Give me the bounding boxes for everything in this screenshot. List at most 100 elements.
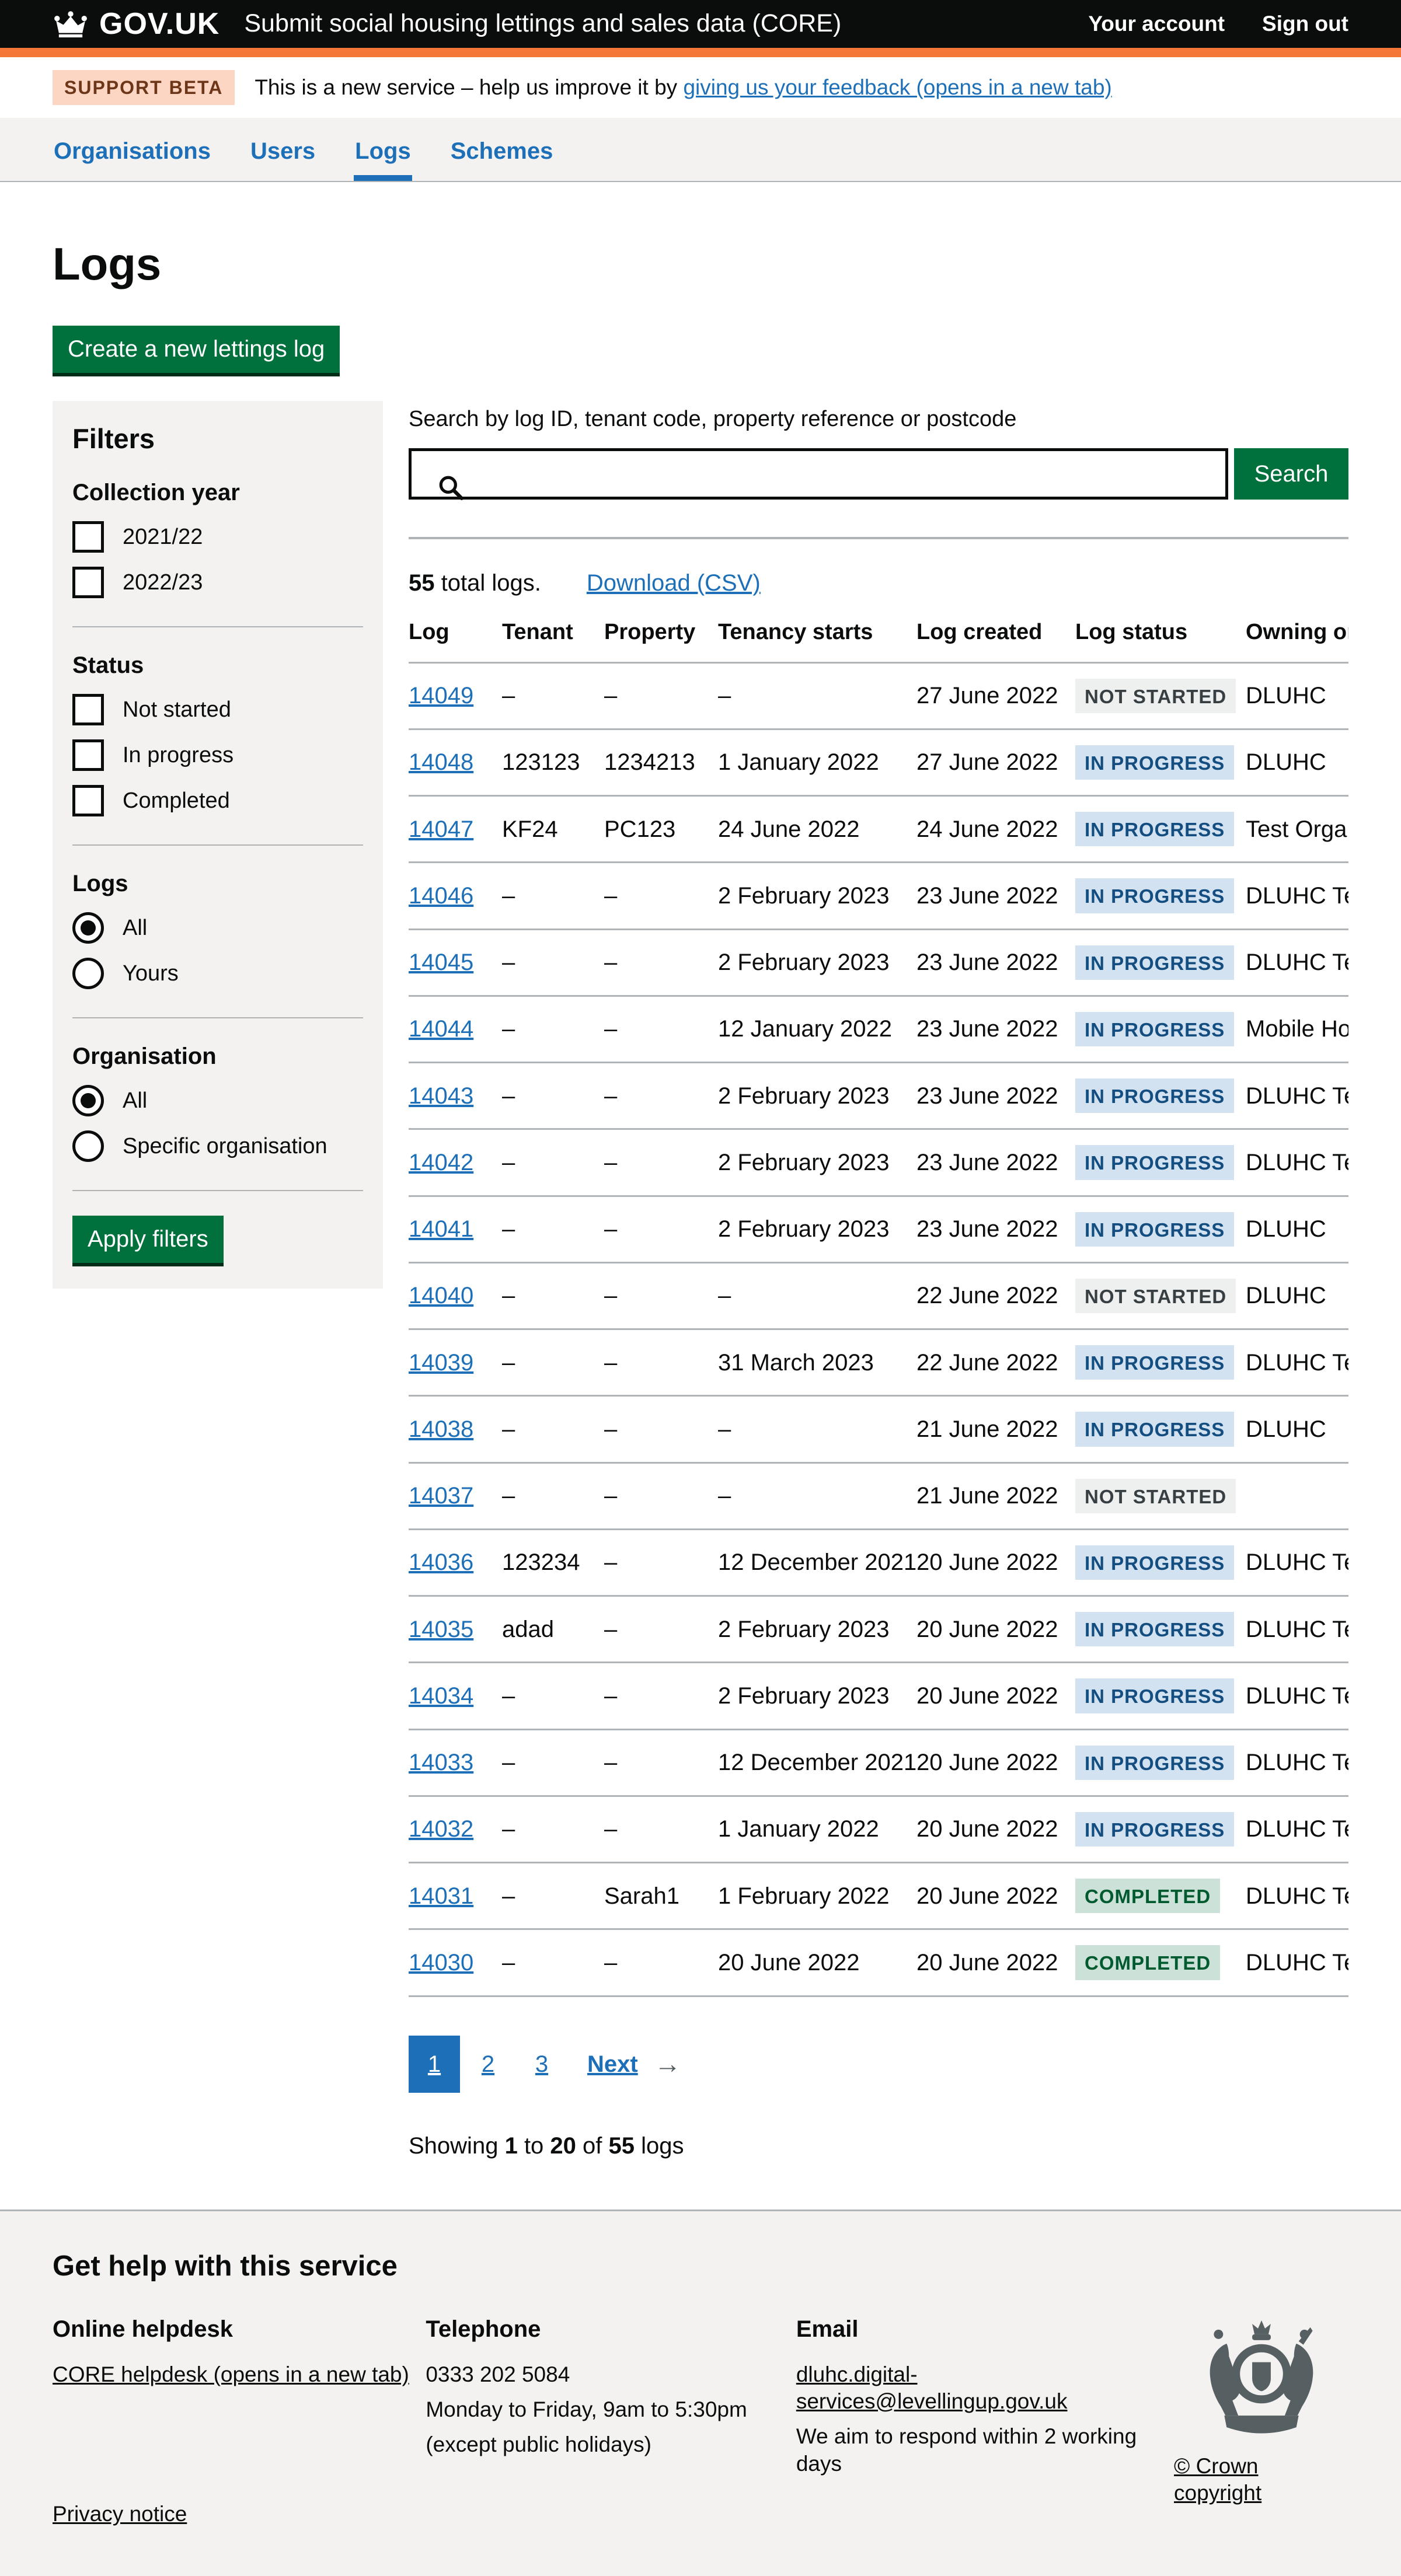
log-link-14035[interactable]: 14035 (409, 1617, 473, 1642)
log-link-14042[interactable]: 14042 (409, 1150, 473, 1175)
download-csv-link[interactable]: Download (CSV) (587, 570, 761, 596)
column-header-tenancy-starts: Tenancy starts (718, 614, 916, 662)
nav-item-logs[interactable]: Logs (354, 118, 412, 181)
crown-icon (53, 9, 89, 39)
log-link-14033[interactable]: 14033 (409, 1750, 473, 1775)
cell-property: – (604, 1396, 718, 1462)
filter-option-all[interactable]: All (72, 912, 363, 944)
checkbox-unchecked[interactable] (72, 739, 104, 771)
cell-property: – (604, 929, 718, 996)
search-input[interactable] (412, 451, 1225, 497)
sign-out-link[interactable]: Sign out (1262, 11, 1348, 37)
cell-property: – (604, 1262, 718, 1329)
checkbox-unchecked[interactable] (72, 785, 104, 816)
log-link-14037[interactable]: 14037 (409, 1483, 473, 1509)
apply-filters-button[interactable]: Apply filters (72, 1216, 224, 1263)
logs-table-wrapper: LogTenantPropertyTenancy startsLog creat… (409, 614, 1348, 1997)
nav-item-users[interactable]: Users (249, 118, 316, 181)
arrow-right-icon: → (654, 2047, 681, 2081)
nav-item-organisations[interactable]: Organisations (53, 118, 212, 181)
create-lettings-log-button[interactable]: Create a new lettings log (53, 326, 340, 373)
log-link-14038[interactable]: 14038 (409, 1416, 473, 1442)
column-header-tenant: Tenant (502, 614, 604, 662)
footer: Get help with this service Online helpde… (0, 2210, 1401, 2576)
status-badge: IN PROGRESS (1075, 1412, 1234, 1446)
log-link-14030[interactable]: 14030 (409, 1950, 473, 1975)
log-link-14039[interactable]: 14039 (409, 1350, 473, 1376)
service-name-link[interactable]: Submit social housing lettings and sales… (244, 8, 841, 40)
cell-tenancy-starts: 2 February 2023 (718, 1663, 916, 1729)
cell-tenancy-starts: 12 December 2021 (718, 1529, 916, 1596)
log-link-14047[interactable]: 14047 (409, 816, 473, 842)
cell-log-created: 20 June 2022 (916, 1929, 1075, 1996)
nav-item-schemes[interactable]: Schemes (449, 118, 555, 181)
privacy-notice-link[interactable]: Privacy notice (53, 2501, 187, 2528)
feedback-link[interactable]: giving us your feedback (opens in a new … (683, 75, 1111, 99)
cell-owning-org: DLUHC (1246, 1262, 1348, 1329)
log-link-14043[interactable]: 14043 (409, 1083, 473, 1109)
total-logs-line: 55 total logs.Download (CSV) (409, 568, 1348, 598)
cell-owning-org: DLUHC (1246, 1396, 1348, 1462)
checkbox-unchecked[interactable] (72, 694, 104, 725)
cell-tenant: – (502, 1396, 604, 1462)
cell-tenant: – (502, 1929, 604, 1996)
table-row: 1404812312312342131 January 202227 June … (409, 729, 1348, 795)
crest-column: © Crown copyright (1174, 2315, 1348, 2507)
log-link-14044[interactable]: 14044 (409, 1016, 473, 1042)
log-link-14049[interactable]: 14049 (409, 683, 473, 708)
table-row: 14044––12 January 202223 June 2022IN PRO… (409, 996, 1348, 1062)
checkbox-unchecked[interactable] (72, 521, 104, 553)
cell-tenancy-starts: 31 March 2023 (718, 1329, 916, 1396)
radio-unselected[interactable] (72, 958, 104, 989)
radio-unselected[interactable] (72, 1130, 104, 1162)
search-button[interactable]: Search (1234, 448, 1348, 500)
status-badge: IN PROGRESS (1075, 1612, 1234, 1646)
footer-link-dluhc-digital-services-levelli[interactable]: dluhc.digital-services@levellingup.gov.u… (796, 2362, 1068, 2413)
pagination-page-3[interactable]: 3 (516, 2036, 567, 2093)
log-link-14031[interactable]: 14031 (409, 1883, 473, 1909)
log-link-14040[interactable]: 14040 (409, 1283, 473, 1308)
cell-property: – (604, 1129, 718, 1196)
pagination-page-2[interactable]: 2 (462, 2036, 514, 2093)
log-link-14046[interactable]: 14046 (409, 883, 473, 909)
table-row: 14043––2 February 202323 June 2022IN PRO… (409, 1063, 1348, 1129)
footer-link-core-helpdesk-opens-in-a-new-t[interactable]: CORE helpdesk (opens in a new tab) (53, 2362, 409, 2386)
cell-log-created: 27 June 2022 (916, 729, 1075, 795)
column-header-log-created: Log created (916, 614, 1075, 662)
checkbox-unchecked[interactable] (72, 567, 104, 598)
filter-option-completed[interactable]: Completed (72, 785, 363, 816)
cell-log-created: 24 June 2022 (916, 796, 1075, 863)
cell-tenancy-starts: 24 June 2022 (718, 796, 916, 863)
log-link-14032[interactable]: 14032 (409, 1816, 473, 1842)
crown-copyright-link[interactable]: © Crown copyright (1174, 2453, 1348, 2507)
pagination-page-1[interactable]: 1 (409, 2036, 460, 2093)
filter-option-2021-22[interactable]: 2021/22 (72, 521, 363, 553)
your-account-link[interactable]: Your account (1088, 11, 1225, 37)
log-link-14045[interactable]: 14045 (409, 950, 473, 975)
filter-option-label: Completed (123, 787, 230, 815)
status-badge: IN PROGRESS (1075, 1212, 1234, 1247)
table-row: 14046––2 February 202323 June 2022IN PRO… (409, 863, 1348, 929)
log-link-14036[interactable]: 14036 (409, 1549, 473, 1575)
cell-tenant: – (502, 1129, 604, 1196)
radio-selected[interactable] (72, 912, 104, 944)
footer-line: (except public holidays) (426, 2431, 796, 2458)
status-badge: IN PROGRESS (1075, 1545, 1234, 1580)
filter-option-2022-23[interactable]: 2022/23 (72, 567, 363, 598)
filter-option-in-progress[interactable]: In progress (72, 739, 363, 771)
cell-log-created: 20 June 2022 (916, 1596, 1075, 1663)
cell-property: – (604, 1462, 718, 1529)
cell-property: – (604, 1596, 718, 1663)
filter-option-specific-organisation[interactable]: Specific organisation (72, 1130, 363, 1162)
footer-col-title: Online helpdesk (53, 2315, 426, 2344)
pagination-next-link[interactable]: Next (587, 2050, 638, 2079)
log-link-14041[interactable]: 14041 (409, 1216, 473, 1242)
filter-option-all[interactable]: All (72, 1085, 363, 1116)
log-link-14048[interactable]: 14048 (409, 749, 473, 775)
filter-option-not-started[interactable]: Not started (72, 694, 363, 725)
govuk-logo-link[interactable]: GOV.UK (53, 5, 219, 43)
filter-option-yours[interactable]: Yours (72, 958, 363, 989)
footer-col-email: Emaildluhc.digital-services@levellingup.… (796, 2315, 1174, 2507)
radio-selected[interactable] (72, 1085, 104, 1116)
log-link-14034[interactable]: 14034 (409, 1683, 473, 1709)
